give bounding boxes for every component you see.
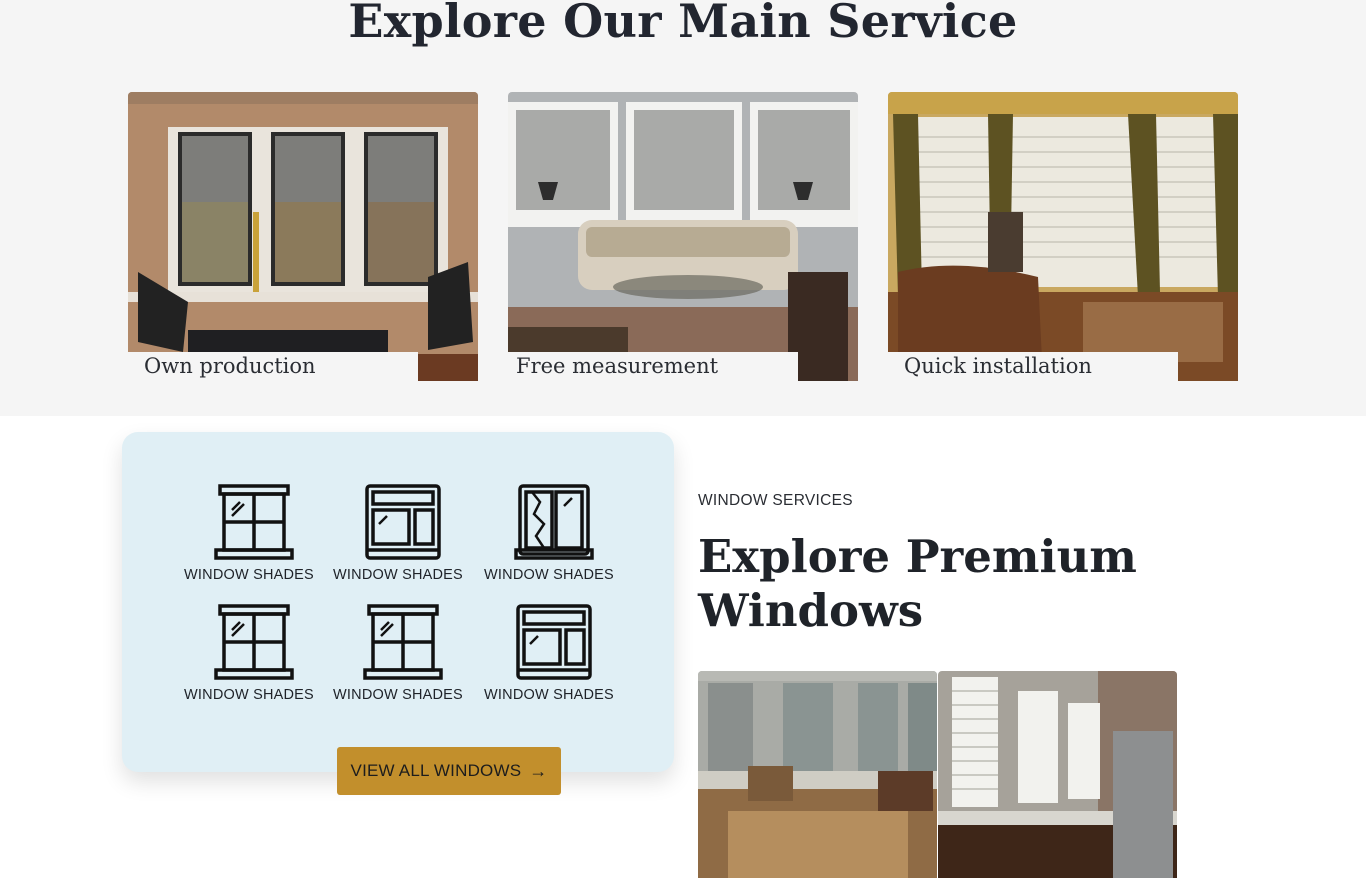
window-types-panel: WINDOW SHADES WINDOW SHADES WINDOW SHADE…	[122, 432, 674, 772]
premium-title: Explore Premium Windows	[698, 530, 1137, 637]
window-shades-tile[interactable]: WINDOW SHADES	[474, 484, 624, 594]
window-transom-icon	[516, 604, 592, 680]
arrow-right-icon: →	[529, 760, 548, 781]
window-shades-tile[interactable]: WINDOW SHADES	[474, 604, 624, 714]
window-four-pane-icon	[363, 604, 443, 680]
button-label: VIEW ALL WINDOWS	[350, 761, 522, 780]
service-card-quick-installation[interactable]: Quick installation	[888, 92, 1238, 381]
window-shades-tile[interactable]: WINDOW SHADES	[174, 604, 324, 714]
window-transom-icon	[365, 484, 441, 560]
sofa-room-photo	[508, 92, 858, 381]
section-eyebrow: WINDOW SERVICES	[698, 492, 853, 509]
card-caption: Quick installation	[888, 352, 1178, 381]
window-four-pane-icon	[214, 604, 294, 680]
tile-label: WINDOW SHADES	[333, 567, 463, 583]
gallery-image-cellular-shades[interactable]	[698, 671, 937, 878]
gallery-image-plantation-shutters[interactable]	[938, 671, 1177, 878]
cellular-shades-photo	[698, 671, 937, 878]
tile-label: WINDOW SHADES	[184, 567, 314, 583]
window-four-pane-icon	[214, 484, 294, 560]
window-broken-icon	[514, 484, 594, 560]
shutters-room-photo	[888, 92, 1238, 381]
tile-label: WINDOW SHADES	[184, 687, 314, 703]
section-title: Explore Our Main Service	[348, 0, 1018, 48]
window-shades-tile[interactable]: WINDOW SHADES	[323, 484, 473, 594]
tile-label: WINDOW SHADES	[484, 567, 614, 583]
window-shades-tile[interactable]: WINDOW SHADES	[323, 604, 473, 714]
view-all-windows-button[interactable]: VIEW ALL WINDOWS →	[337, 747, 561, 795]
service-card-free-measurement[interactable]: Free measurement	[508, 92, 858, 381]
service-card-own-production[interactable]: Own production	[128, 92, 478, 381]
tile-label: WINDOW SHADES	[333, 687, 463, 703]
card-caption: Free measurement	[508, 352, 798, 381]
plantation-shutters-photo	[938, 671, 1177, 878]
living-room-photo	[128, 92, 478, 381]
card-caption: Own production	[128, 352, 418, 381]
tile-label: WINDOW SHADES	[484, 687, 614, 703]
window-shades-tile[interactable]: WINDOW SHADES	[174, 484, 324, 594]
